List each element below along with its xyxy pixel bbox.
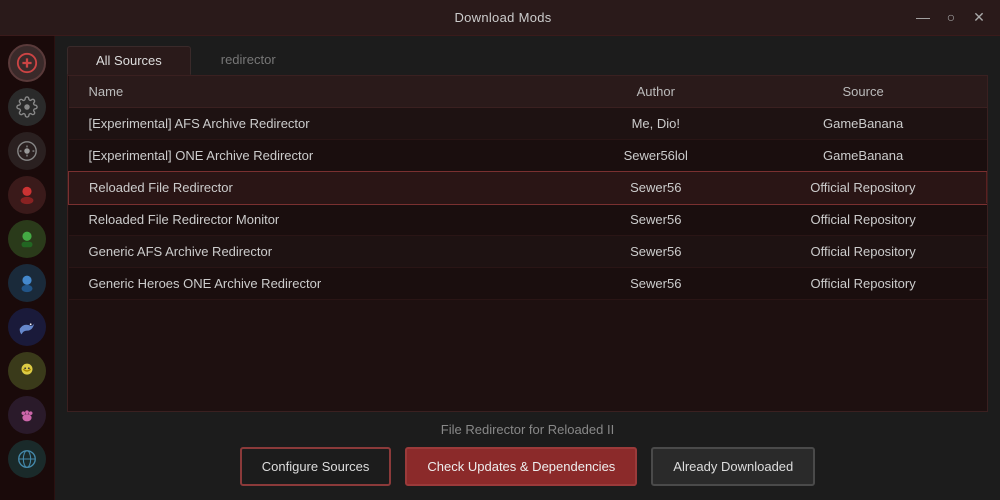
tab-bar: All Sources redirector — [55, 36, 1000, 75]
cell-source: GameBanana — [740, 140, 987, 172]
already-downloaded-button[interactable]: Already Downloaded — [651, 447, 815, 486]
check-updates-button[interactable]: Check Updates & Dependencies — [405, 447, 637, 486]
sidebar-settings-icon[interactable] — [8, 132, 46, 170]
cell-author: Sewer56lol — [572, 140, 740, 172]
sidebar-globe-icon[interactable] — [8, 440, 46, 478]
table-row[interactable]: Reloaded File Redirector Sewer56 Officia… — [69, 172, 987, 204]
cell-author: Me, Dio! — [572, 108, 740, 140]
main-layout: All Sources redirector Name Author Sourc… — [0, 36, 1000, 500]
footer-label: File Redirector for Reloaded II — [441, 422, 614, 437]
title-bar: Download Mods — ○ ✕ — [0, 0, 1000, 36]
tab-redirector[interactable]: redirector — [193, 46, 304, 75]
table-header-row: Name Author Source — [69, 76, 987, 108]
cell-name: Generic Heroes ONE Archive Redirector — [69, 268, 572, 300]
col-source-header: Source — [740, 76, 987, 108]
cell-source: Official Repository — [740, 204, 987, 236]
cell-source: Official Repository — [740, 268, 987, 300]
table-row[interactable]: [Experimental] ONE Archive Redirector Se… — [69, 140, 987, 172]
configure-sources-button[interactable]: Configure Sources — [240, 447, 392, 486]
cell-author: Sewer56 — [572, 204, 740, 236]
cell-source: Official Repository — [740, 172, 987, 204]
cell-name: Generic AFS Archive Redirector — [69, 236, 572, 268]
sidebar-paw-icon[interactable] — [8, 396, 46, 434]
content-area: All Sources redirector Name Author Sourc… — [55, 36, 1000, 500]
maximize-button[interactable]: ○ — [942, 9, 960, 26]
minimize-button[interactable]: — — [914, 9, 932, 26]
sidebar-dolphin-icon[interactable] — [8, 308, 46, 346]
table-row[interactable]: Generic AFS Archive Redirector Sewer56 O… — [69, 236, 987, 268]
table-row[interactable]: [Experimental] AFS Archive Redirector Me… — [69, 108, 987, 140]
col-author-header: Author — [572, 76, 740, 108]
cell-name: [Experimental] AFS Archive Redirector — [69, 108, 572, 140]
sidebar-char2-icon[interactable] — [8, 220, 46, 258]
cell-name: Reloaded File Redirector Monitor — [69, 204, 572, 236]
sidebar-add-button[interactable] — [8, 44, 46, 82]
sidebar-gear-icon[interactable] — [8, 88, 46, 126]
window-title: Download Mods — [454, 10, 551, 25]
cell-name: Reloaded File Redirector — [69, 172, 572, 204]
sidebar — [0, 36, 55, 500]
close-button[interactable]: ✕ — [970, 9, 988, 26]
cell-author: Sewer56 — [572, 268, 740, 300]
mod-table-wrapper[interactable]: Name Author Source [Experimental] AFS Ar… — [67, 75, 988, 412]
footer-buttons: Configure Sources Check Updates & Depend… — [240, 447, 816, 486]
cell-source: GameBanana — [740, 108, 987, 140]
sidebar-char4-icon[interactable] — [8, 352, 46, 390]
cell-author: Sewer56 — [572, 236, 740, 268]
mod-table: Name Author Source [Experimental] AFS Ar… — [68, 76, 987, 300]
table-row[interactable]: Reloaded File Redirector Monitor Sewer56… — [69, 204, 987, 236]
title-bar-controls: — ○ ✕ — [914, 9, 988, 26]
sidebar-char1-icon[interactable] — [8, 176, 46, 214]
table-row[interactable]: Generic Heroes ONE Archive Redirector Se… — [69, 268, 987, 300]
sidebar-char3-icon[interactable] — [8, 264, 46, 302]
cell-author: Sewer56 — [572, 172, 740, 204]
footer: File Redirector for Reloaded II Configur… — [55, 412, 1000, 500]
cell-name: [Experimental] ONE Archive Redirector — [69, 140, 572, 172]
cell-source: Official Repository — [740, 236, 987, 268]
tab-all-sources[interactable]: All Sources — [67, 46, 191, 75]
col-name-header: Name — [69, 76, 572, 108]
